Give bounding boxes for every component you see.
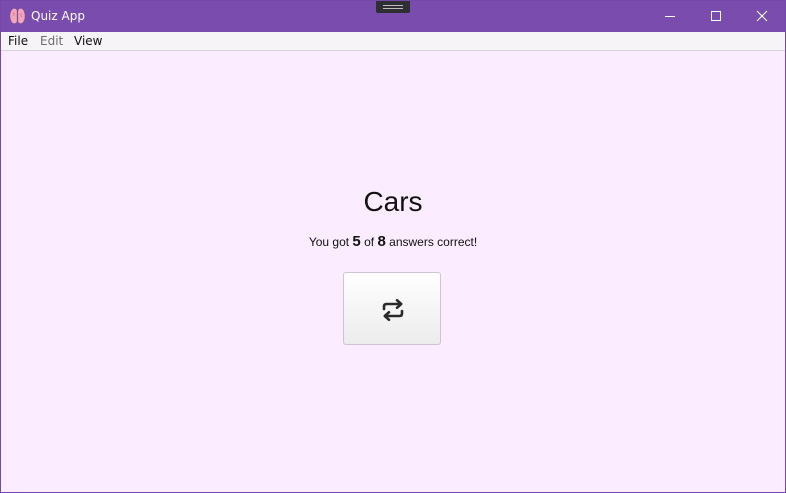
quiz-title: Cars	[363, 186, 423, 217]
retry-button[interactable]	[343, 272, 441, 345]
minimize-icon	[665, 16, 675, 17]
score-suffix: answers correct!	[389, 235, 478, 249]
menu-view[interactable]: View	[74, 34, 102, 49]
quiz-result-panel: Cars You got 5 of 8 answers correct!	[1, 51, 785, 492]
close-icon	[756, 10, 768, 22]
score-middle: of	[364, 235, 375, 249]
menu-edit[interactable]: Edit	[40, 34, 63, 49]
title-bar[interactable]: Quiz App	[1, 1, 785, 32]
correct-count: 5	[352, 233, 361, 250]
window-title: Quiz App	[31, 9, 85, 23]
close-button[interactable]	[739, 1, 785, 32]
score-prefix: You got	[308, 235, 350, 249]
menu-bar: File Edit View	[1, 32, 785, 51]
brain-icon	[10, 8, 25, 24]
quiz-app-window: Quiz App File Edit View Cars You got 5 o…	[0, 0, 786, 493]
total-count: 8	[377, 233, 386, 250]
maximize-button[interactable]	[693, 1, 739, 32]
score-summary: You got 5 of 8 answers correct!	[1, 232, 785, 252]
minimize-button[interactable]	[647, 1, 693, 32]
repeat-icon	[382, 298, 404, 322]
maximize-icon	[711, 11, 721, 21]
menu-file[interactable]: File	[8, 34, 28, 49]
drag-handle[interactable]	[376, 1, 410, 13]
